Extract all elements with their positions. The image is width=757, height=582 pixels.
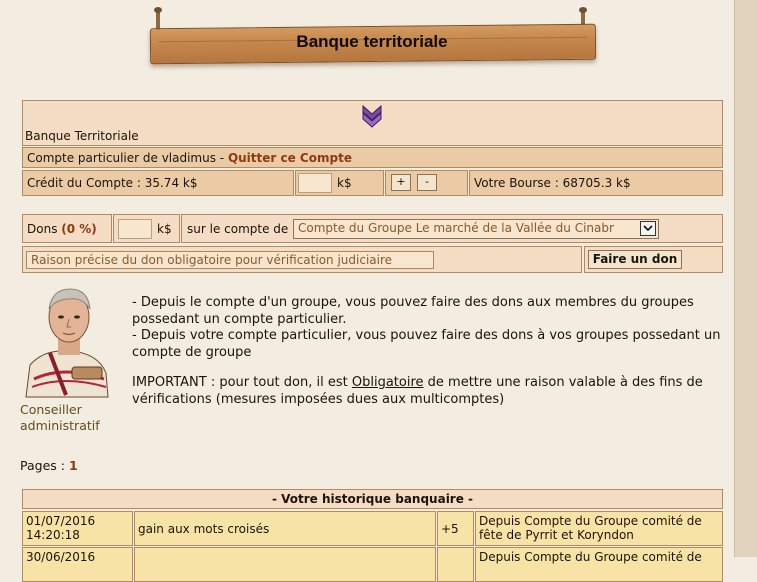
chevron-down-emblem-icon bbox=[362, 104, 382, 132]
donation-target-select[interactable]: Compte du Groupe Le marché de la Vallée … bbox=[293, 219, 659, 239]
donation-label-cell: Dons (0 %) bbox=[22, 214, 112, 243]
history-amount: +5 bbox=[437, 511, 474, 546]
obligatoire-link[interactable]: Obligatoire bbox=[352, 375, 424, 390]
donation-label: Dons bbox=[27, 221, 62, 236]
table-row: 30/06/2016 Depuis Compte du Groupe comit… bbox=[22, 547, 723, 582]
advisor-name: Conseiller administratif bbox=[20, 402, 100, 433]
page-link-1[interactable]: 1 bbox=[69, 458, 78, 473]
history-date-cell: 30/06/2016 bbox=[22, 547, 133, 582]
donation-percent: (0 %) bbox=[61, 221, 97, 236]
bank-header: Banque Territoriale bbox=[22, 100, 723, 146]
history-date: 30/06/2016 bbox=[26, 550, 96, 564]
make-donation-button[interactable]: Faire un don bbox=[588, 250, 682, 269]
page-right-border bbox=[734, 0, 757, 557]
increase-button[interactable]: + bbox=[391, 174, 411, 191]
history-reason: gain aux mots croisés bbox=[134, 511, 436, 546]
history-source: Depuis Compte du Groupe comité de fête d… bbox=[475, 511, 723, 546]
account-row: Compte particulier de vladimus - Quitter… bbox=[22, 147, 723, 168]
purse-cell: Votre Bourse : 68705.3 k$ bbox=[469, 170, 723, 196]
table-row: 01/07/2016 14:20:18 gain aux mots croisé… bbox=[22, 511, 723, 546]
history-reason bbox=[134, 547, 436, 582]
history-date: 01/07/2016 bbox=[26, 514, 96, 528]
history-date-cell: 01/07/2016 14:20:18 bbox=[22, 511, 133, 546]
purse-balance: Votre Bourse : 68705.3 k$ bbox=[474, 176, 631, 190]
account-currency: k$ bbox=[337, 176, 352, 190]
chevron-down-icon[interactable] bbox=[640, 221, 656, 236]
account-amount-input[interactable] bbox=[298, 173, 332, 193]
info-important: IMPORTANT : pour tout don, il est Obliga… bbox=[132, 375, 728, 408]
important-text-a: IMPORTANT : pour tout don, il est bbox=[132, 375, 352, 390]
quit-account-link[interactable]: Quitter ce Compte bbox=[228, 151, 352, 165]
donation-target-label: sur le compte de bbox=[187, 221, 289, 236]
account-credit: Crédit du Compte : 35.74 k$ bbox=[27, 176, 198, 190]
info-text: - Depuis le compte d'un groupe, vous pou… bbox=[132, 295, 728, 408]
pagination: Pages : 1 bbox=[20, 458, 78, 473]
info-line-2: - Depuis votre compte particulier, vous … bbox=[132, 328, 721, 360]
donation-target-value: Compte du Groupe Le marché de la Vallée … bbox=[298, 221, 614, 235]
bank-name: Banque Territoriale bbox=[25, 129, 139, 143]
history-time: 14:20:18 bbox=[26, 528, 80, 542]
donation-reason-placeholder: Raison précise du don obligatoire pour v… bbox=[31, 253, 393, 267]
donation-amount-input[interactable] bbox=[118, 219, 152, 239]
history-source: Depuis Compte du Groupe comité de bbox=[475, 547, 723, 582]
history-amount bbox=[437, 547, 474, 582]
credit-cell: Crédit du Compte : 35.74 k$ bbox=[22, 170, 294, 196]
decrease-button[interactable]: - bbox=[417, 174, 437, 191]
donation-reason-input[interactable]: Raison précise du don obligatoire pour v… bbox=[26, 251, 434, 269]
history-title: - Votre historique banquaire - bbox=[22, 489, 723, 509]
advisor-portrait bbox=[20, 283, 112, 399]
account-owner: Compte particulier de vladimus - bbox=[27, 150, 228, 165]
page-title: Banque territoriale bbox=[296, 32, 448, 51]
pages-label: Pages : bbox=[20, 458, 69, 473]
info-line-1: - Depuis le compte d'un groupe, vous pou… bbox=[132, 295, 694, 327]
donation-currency: k$ bbox=[157, 222, 172, 236]
